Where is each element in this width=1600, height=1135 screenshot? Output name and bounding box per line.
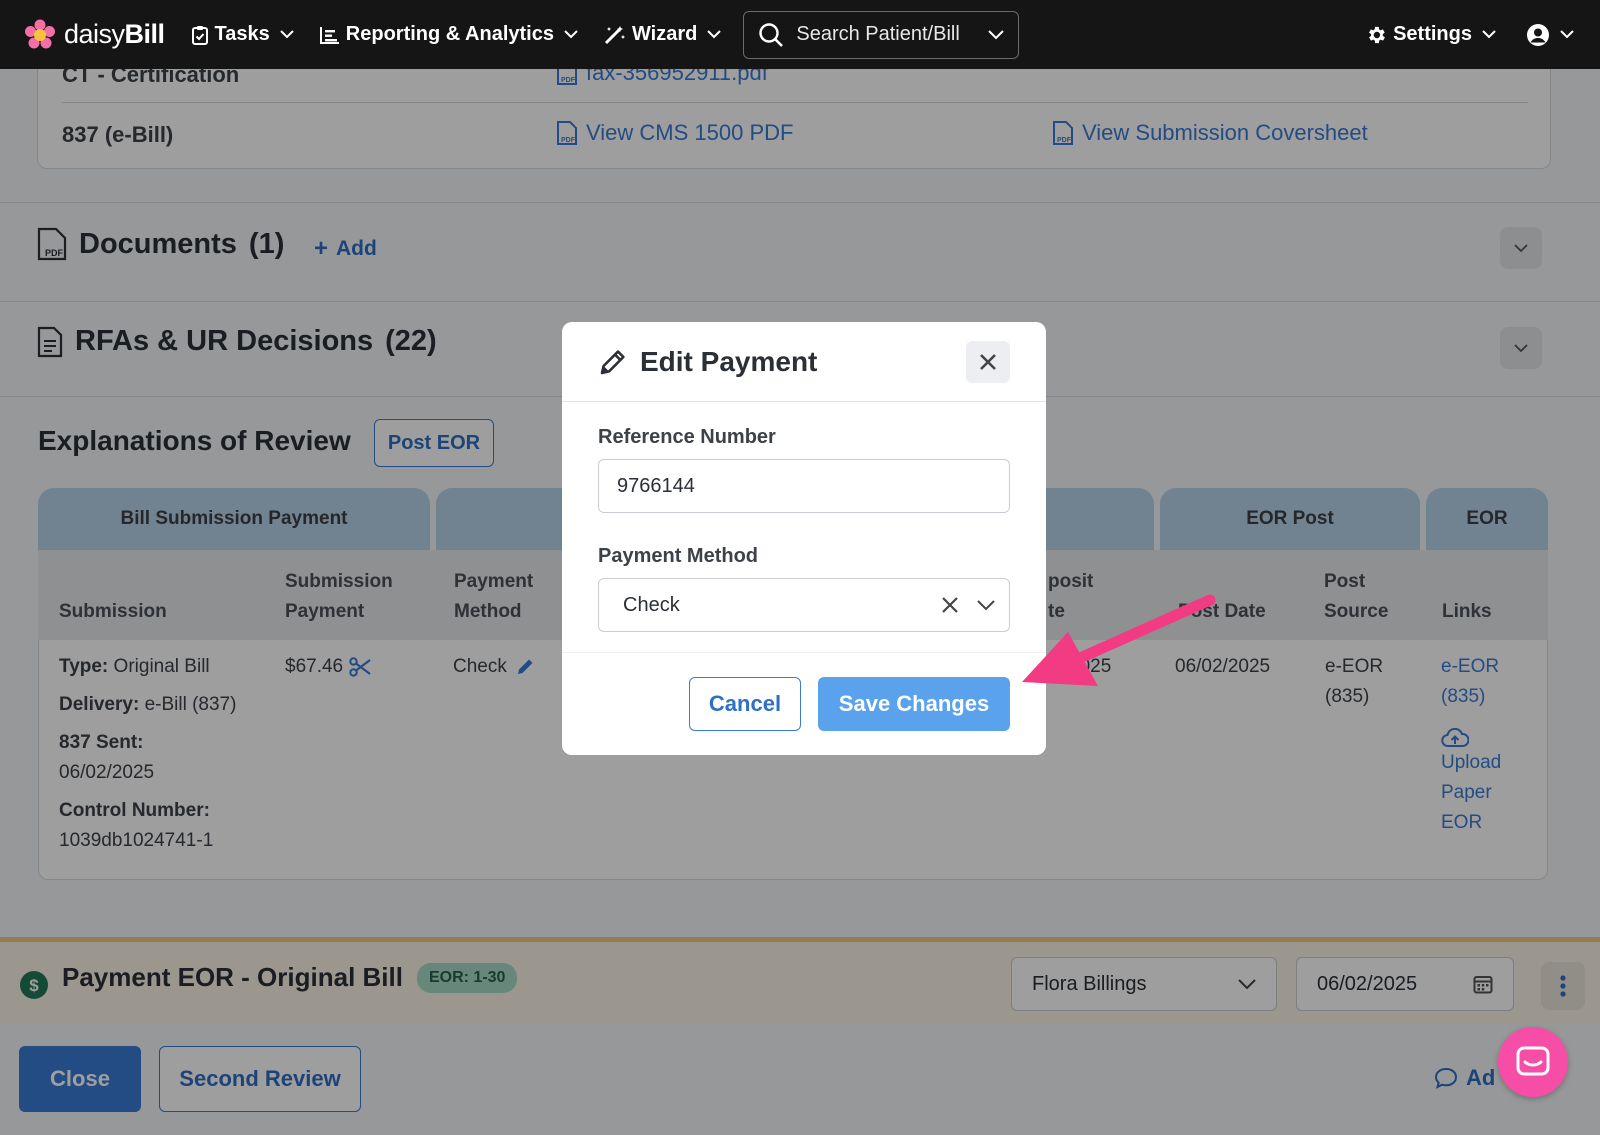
save-changes-button[interactable]: Save Changes	[818, 677, 1010, 731]
reference-number-input[interactable]	[598, 459, 1010, 513]
nav-settings-label: Settings	[1393, 23, 1472, 45]
daisybill-logo[interactable]: daisyBill	[24, 19, 165, 51]
annotation-arrow-icon	[1022, 594, 1216, 686]
payment-method-select[interactable]: Check	[598, 578, 1010, 632]
modal-close-button[interactable]	[966, 340, 1010, 383]
nav-reporting[interactable]: Reporting & Analytics	[319, 23, 578, 46]
chevron-down-icon	[564, 30, 578, 39]
search-icon	[759, 22, 784, 47]
nav-tasks[interactable]: Tasks	[191, 23, 294, 46]
payment-method-label: Payment Method	[598, 545, 759, 567]
clipboard-icon	[191, 25, 208, 45]
reference-number-label: Reference Number	[598, 426, 776, 448]
top-navbar: daisyBill Tasks Reporting & Analytics Wi…	[0, 0, 1600, 69]
chevron-down-icon	[707, 30, 722, 39]
gear-icon	[1369, 26, 1385, 43]
clear-icon[interactable]	[941, 596, 959, 614]
edit-payment-modal: Edit Payment Reference Number Payment Me…	[562, 322, 1046, 755]
nav-wizard-label: Wizard	[631, 23, 698, 45]
user-menu[interactable]	[1526, 23, 1574, 47]
nav-reporting-label: Reporting & Analytics	[345, 23, 554, 45]
pencil-icon	[600, 349, 625, 374]
chevron-down-icon	[1482, 30, 1496, 39]
nav-settings[interactable]: Settings	[1365, 23, 1496, 46]
chevron-down-icon	[1560, 30, 1574, 39]
brand-name: daisyBill	[64, 19, 165, 49]
chevron-down-icon[interactable]	[977, 599, 995, 611]
modal-title: Edit Payment	[640, 345, 818, 377]
bar-chart-icon	[319, 26, 339, 44]
modal-body: Reference Number Payment Method Check	[562, 402, 1046, 652]
support-chat-button[interactable]	[1498, 1027, 1568, 1097]
user-avatar-icon	[1527, 23, 1549, 46]
modal-footer: Cancel Save Changes	[562, 652, 1046, 755]
payment-method-value: Check	[623, 593, 680, 616]
search-placeholder: Search Patient/Bill	[796, 23, 960, 45]
cancel-button[interactable]: Cancel	[689, 677, 801, 731]
close-icon	[980, 353, 996, 370]
chat-icon	[1516, 1046, 1550, 1076]
nav-wizard[interactable]: Wizard	[604, 23, 722, 46]
nav-tasks-label: Tasks	[214, 23, 270, 45]
chevron-down-icon	[280, 30, 294, 39]
modal-header: Edit Payment	[562, 322, 1046, 402]
chevron-down-icon	[988, 29, 1005, 39]
magic-wand-icon	[604, 25, 625, 44]
daisy-flower-icon	[25, 19, 55, 48]
patient-bill-search[interactable]: Search Patient/Bill	[743, 10, 1020, 59]
